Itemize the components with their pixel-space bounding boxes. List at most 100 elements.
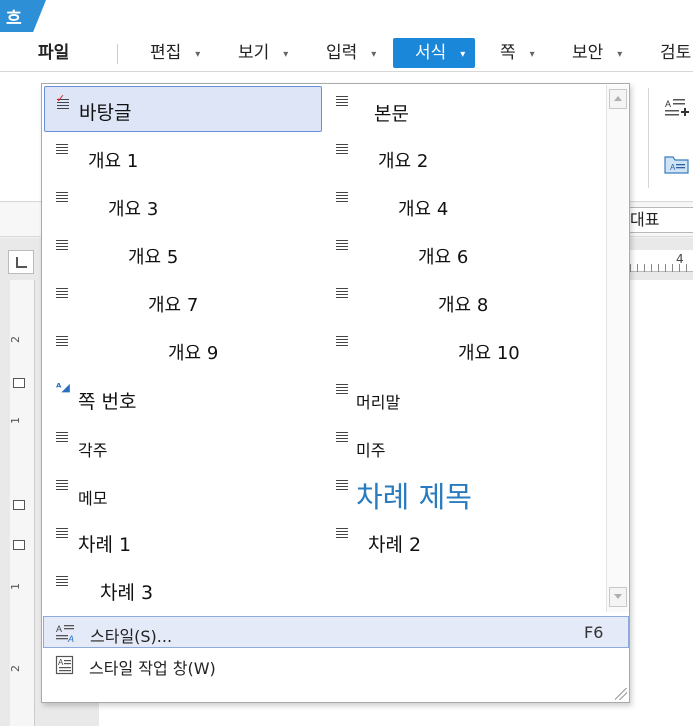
menu-security-label: 보안 xyxy=(572,43,604,63)
indent-marker[interactable] xyxy=(13,500,25,510)
style-item-개요-2[interactable]: 개요 2 xyxy=(326,134,604,180)
paragraph-style-icon xyxy=(56,480,68,490)
menu-review-label: 검토 xyxy=(660,43,692,63)
menu-file[interactable]: 파일 xyxy=(38,38,69,68)
svg-text:A: A xyxy=(56,624,62,634)
style-item-본문[interactable]: 본문 xyxy=(326,86,604,132)
ribbon-separator xyxy=(648,88,649,188)
resize-grip-icon[interactable] xyxy=(615,688,627,700)
menu-edit-label: 편집 xyxy=(150,43,182,63)
paragraph-style-icon xyxy=(56,528,68,538)
svg-text:A: A xyxy=(58,658,64,667)
style-combo-box[interactable]: 대표 xyxy=(626,207,693,233)
style-label: 개요 9 xyxy=(168,343,219,364)
ruler-number: 2 xyxy=(9,665,22,672)
paragraph-style-icon xyxy=(56,432,68,442)
chevron-down-icon: ▾ xyxy=(195,49,201,60)
style-label: 개요 8 xyxy=(438,295,489,316)
paragraph-style-icon xyxy=(336,336,348,346)
ruler-number: 4 xyxy=(676,252,684,266)
style-item-개요-4[interactable]: 개요 4 xyxy=(326,182,604,228)
style-item-미주[interactable]: 미주 xyxy=(326,422,604,468)
action-label: 스타일(S)... xyxy=(90,627,173,646)
paragraph-style-icon xyxy=(56,92,69,109)
style-label: 본문 xyxy=(374,103,409,125)
paragraph-style-icon xyxy=(56,240,68,250)
menu-bar: 파일 편집 ▾ 보기 ▾ 입력 ▾ 서식 ▾ 쪽 ▾ 보안 ▾ 검토 xyxy=(0,34,693,72)
style-list-scrollbar[interactable] xyxy=(606,85,628,612)
style-item-쪽-번호[interactable]: ᴬ◢ 쪽 번호 xyxy=(44,374,322,420)
style-item-개요-9[interactable]: 개요 9 xyxy=(44,326,322,372)
paragraph-style-icon xyxy=(336,192,348,202)
style-list: 바탕글 본문 개요 1 개요 2 개요 3 개요 4 xyxy=(42,84,606,614)
style-item-개요-6[interactable]: 개요 6 xyxy=(326,230,604,276)
menu-insert-label: 입력 xyxy=(326,43,358,63)
style-label: 개요 3 xyxy=(108,199,159,220)
style-item-머리말[interactable]: 머리말 xyxy=(326,374,604,420)
menu-insert[interactable]: 입력 ▾ xyxy=(326,38,376,68)
style-item-개요-7[interactable]: 개요 7 xyxy=(44,278,322,324)
style-task-pane-item[interactable]: A 스타일 작업 창(W) xyxy=(43,649,629,681)
style-label: 차례 3 xyxy=(100,582,154,604)
style-item-개요-3[interactable]: 개요 3 xyxy=(44,182,322,228)
style-item-바탕글[interactable]: 바탕글 xyxy=(44,86,322,132)
menu-format[interactable]: 서식 ▾ xyxy=(393,38,476,68)
style-label: 각주 xyxy=(78,441,108,460)
chevron-down-icon: ▾ xyxy=(283,49,289,60)
style-label: 쪽 번호 xyxy=(78,391,137,413)
style-label: 개요 7 xyxy=(148,295,199,316)
style-item-개요-5[interactable]: 개요 5 xyxy=(44,230,322,276)
style-dialog-icon: A A xyxy=(56,624,74,643)
menu-view-label: 보기 xyxy=(238,43,270,63)
menu-view[interactable]: 보기 ▾ xyxy=(238,38,288,68)
styles-dialog-item[interactable]: A A 스타일(S)... F6 xyxy=(43,616,629,648)
add-style-icon[interactable]: A xyxy=(664,96,690,122)
paragraph-style-icon xyxy=(56,288,68,298)
indent-marker[interactable] xyxy=(13,378,25,388)
menu-security[interactable]: 보안 ▾ xyxy=(572,38,622,68)
style-item-메모[interactable]: 메모 xyxy=(44,470,322,516)
ruler-number: 1 xyxy=(9,583,22,590)
app-logo[interactable]: 흐 xyxy=(0,0,46,32)
style-label: 바탕글 xyxy=(79,102,132,124)
title-bar: 흐 xyxy=(0,0,693,34)
style-item-개요-10[interactable]: 개요 10 xyxy=(326,326,604,372)
style-combo-value: 대표 xyxy=(630,210,660,229)
hwp-window: 흐 파일 편집 ▾ 보기 ▾ 입력 ▾ 서식 ▾ 쪽 ▾ 보안 ▾ 검토 A A 대표 4 … xyxy=(0,0,693,726)
tab-type-selector[interactable] xyxy=(8,250,34,274)
paragraph-style-icon xyxy=(56,192,68,202)
paragraph-style-icon xyxy=(56,336,68,346)
menu-edit[interactable]: 편집 ▾ xyxy=(150,38,200,68)
style-label: 차례 1 xyxy=(78,534,132,556)
character-style-icon: ᴬ◢ xyxy=(56,381,70,394)
scroll-down-button[interactable] xyxy=(609,587,627,607)
menu-page[interactable]: 쪽 ▾ xyxy=(500,38,535,68)
scroll-up-button[interactable] xyxy=(609,89,627,109)
chevron-down-icon: ▾ xyxy=(371,49,377,60)
style-item-각주[interactable]: 각주 xyxy=(44,422,322,468)
svg-text:A: A xyxy=(665,99,671,109)
style-label: 머리말 xyxy=(356,393,401,412)
style-item-개요-8[interactable]: 개요 8 xyxy=(326,278,604,324)
paragraph-style-icon xyxy=(336,432,348,442)
style-folder-icon[interactable]: A xyxy=(664,152,690,176)
menu-review[interactable]: 검토 xyxy=(660,38,691,68)
style-item-차례-제목[interactable]: 차례 제목 xyxy=(326,470,604,516)
paragraph-style-icon xyxy=(336,528,348,538)
task-pane-icon: A xyxy=(55,655,74,675)
paragraph-style-icon xyxy=(336,480,348,490)
style-item-개요-1[interactable]: 개요 1 xyxy=(44,134,322,180)
paragraph-style-icon xyxy=(336,144,348,154)
chevron-down-icon: ▾ xyxy=(529,49,535,60)
chevron-down-icon: ▾ xyxy=(460,49,466,60)
shortcut-label: F6 xyxy=(584,623,604,642)
style-item-차례-3[interactable]: 차례 3 xyxy=(44,566,322,612)
style-item-차례-2[interactable]: 차례 2 xyxy=(326,518,604,564)
style-label: 차례 제목 xyxy=(356,480,472,514)
style-item-차례-1[interactable]: 차례 1 xyxy=(44,518,322,564)
ruler-number: 1 xyxy=(9,417,22,424)
style-label: 개요 5 xyxy=(128,247,179,268)
style-dropdown: 바탕글 본문 개요 1 개요 2 개요 3 개요 4 xyxy=(41,83,630,703)
indent-marker[interactable] xyxy=(13,540,25,550)
menu-separator xyxy=(117,44,118,64)
